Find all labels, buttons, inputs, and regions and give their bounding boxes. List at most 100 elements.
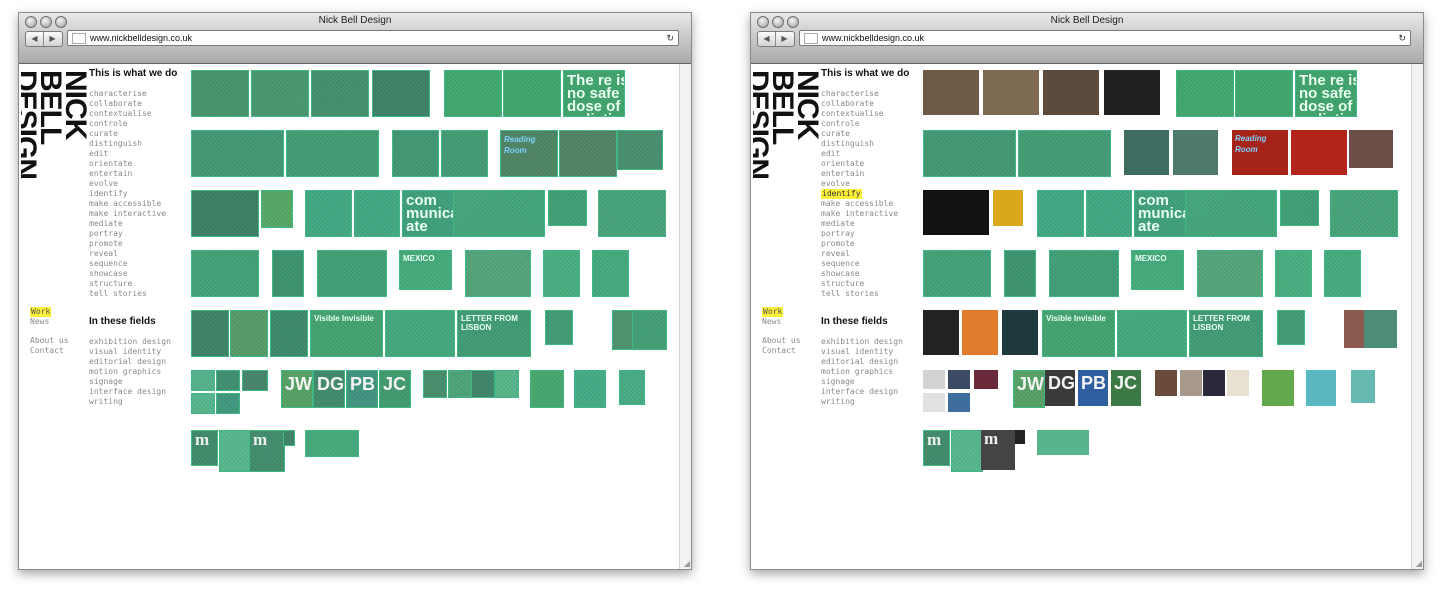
- verb-link[interactable]: orientate: [821, 159, 898, 169]
- project-thumbnail[interactable]: [923, 130, 1016, 177]
- resize-grip-icon[interactable]: ◢: [684, 559, 690, 568]
- project-thumbnail[interactable]: [1002, 310, 1038, 355]
- project-thumbnail[interactable]: [465, 250, 531, 297]
- address-bar[interactable]: www.nickbelldesign.co.uk ↻: [799, 30, 1411, 46]
- verb-link[interactable]: reveal: [821, 249, 898, 259]
- nav-item-contact[interactable]: Contact: [762, 346, 801, 356]
- verb-link[interactable]: collaborate: [89, 99, 166, 109]
- field-link[interactable]: motion graphics: [821, 367, 903, 377]
- project-thumbnail[interactable]: [948, 393, 970, 412]
- project-thumbnail[interactable]: m: [249, 430, 285, 472]
- project-thumbnail[interactable]: [191, 393, 215, 414]
- project-thumbnail[interactable]: [1306, 370, 1336, 406]
- verb-link[interactable]: curate: [89, 129, 166, 139]
- project-thumbnail[interactable]: [948, 370, 970, 389]
- project-thumbnail[interactable]: [993, 190, 1023, 226]
- nav-item-work[interactable]: Work: [762, 307, 784, 317]
- project-thumbnail[interactable]: [1197, 250, 1263, 297]
- nav-item-work[interactable]: Work: [30, 307, 52, 317]
- project-thumbnail[interactable]: [305, 430, 359, 457]
- project-thumbnail[interactable]: [495, 370, 519, 398]
- project-thumbnail[interactable]: [545, 310, 573, 345]
- project-thumbnail[interactable]: DG: [313, 370, 345, 408]
- project-thumbnail[interactable]: [1330, 190, 1398, 237]
- forward-button[interactable]: ▶: [776, 32, 793, 46]
- project-thumbnail[interactable]: [543, 250, 580, 297]
- field-link[interactable]: motion graphics: [89, 367, 171, 377]
- project-thumbnail[interactable]: [1176, 70, 1234, 117]
- project-thumbnail[interactable]: [974, 370, 998, 389]
- back-button[interactable]: ◀: [26, 32, 44, 46]
- verb-link[interactable]: reveal: [89, 249, 166, 259]
- verb-link[interactable]: make accessible: [821, 199, 898, 209]
- project-thumbnail[interactable]: Visible Invisible: [310, 310, 383, 357]
- project-thumbnail[interactable]: [1349, 130, 1393, 168]
- project-thumbnail[interactable]: [372, 70, 430, 117]
- verb-link[interactable]: distinguish: [89, 139, 166, 149]
- field-link[interactable]: visual identity: [821, 347, 903, 357]
- project-thumbnail[interactable]: JW: [281, 370, 313, 408]
- project-thumbnail[interactable]: [1037, 430, 1089, 455]
- project-thumbnail[interactable]: PB: [1078, 370, 1108, 406]
- project-thumbnail[interactable]: [923, 310, 959, 355]
- project-thumbnail[interactable]: [191, 250, 259, 297]
- nav-item-about-us[interactable]: About us: [30, 336, 69, 346]
- project-thumbnail[interactable]: [251, 70, 309, 117]
- verb-link[interactable]: controle: [821, 119, 898, 129]
- verb-link[interactable]: promote: [821, 239, 898, 249]
- field-link[interactable]: writing: [821, 397, 903, 407]
- project-thumbnail[interactable]: [216, 393, 240, 414]
- verb-link[interactable]: edit: [821, 149, 898, 159]
- project-thumbnail[interactable]: Reading Room: [1232, 130, 1288, 175]
- verb-link[interactable]: tell stories: [89, 289, 166, 299]
- forward-button[interactable]: ▶: [44, 32, 61, 46]
- verb-link[interactable]: mediate: [821, 219, 898, 229]
- project-thumbnail[interactable]: [1364, 310, 1397, 348]
- resize-grip-icon[interactable]: ◢: [1416, 559, 1422, 568]
- nav-item-news[interactable]: News: [762, 317, 783, 327]
- project-thumbnail[interactable]: [530, 370, 564, 408]
- project-thumbnail[interactable]: [423, 370, 447, 398]
- project-thumbnail[interactable]: [441, 130, 488, 177]
- verb-link[interactable]: make interactive: [89, 209, 166, 219]
- verb-link[interactable]: identify: [821, 189, 898, 199]
- project-thumbnail[interactable]: [448, 370, 472, 398]
- project-thumbnail[interactable]: [617, 130, 663, 170]
- verb-link[interactable]: collaborate: [821, 99, 898, 109]
- project-thumbnail[interactable]: com munica ate: [1134, 190, 1187, 237]
- verb-link[interactable]: edit: [89, 149, 166, 159]
- field-link[interactable]: exhibition design: [89, 337, 171, 347]
- verb-link[interactable]: contextualise: [89, 109, 166, 119]
- project-thumbnail[interactable]: [1235, 70, 1293, 117]
- verb-link[interactable]: identify: [89, 189, 166, 199]
- project-thumbnail[interactable]: [305, 190, 352, 237]
- project-thumbnail[interactable]: [1124, 130, 1169, 175]
- project-thumbnail[interactable]: [191, 190, 259, 237]
- verb-link[interactable]: showcase: [89, 269, 166, 279]
- project-thumbnail[interactable]: [191, 370, 215, 391]
- project-thumbnail[interactable]: [923, 370, 945, 389]
- project-thumbnail[interactable]: [1277, 310, 1305, 345]
- project-thumbnail[interactable]: [632, 310, 667, 350]
- project-thumbnail[interactable]: [951, 430, 983, 472]
- project-thumbnail[interactable]: [1180, 370, 1202, 396]
- project-thumbnail[interactable]: [923, 393, 945, 412]
- site-logo[interactable]: NICK BELL DESIGN: [753, 70, 823, 210]
- project-thumbnail[interactable]: [1280, 190, 1319, 226]
- field-link[interactable]: signage: [821, 377, 903, 387]
- project-thumbnail[interactable]: [242, 370, 268, 391]
- project-thumbnail[interactable]: [548, 190, 587, 226]
- verb-link[interactable]: entertain: [821, 169, 898, 179]
- project-thumbnail[interactable]: com munica ate: [402, 190, 455, 237]
- project-thumbnail[interactable]: [1275, 250, 1312, 297]
- project-thumbnail[interactable]: [471, 370, 495, 398]
- field-link[interactable]: writing: [89, 397, 171, 407]
- verb-link[interactable]: distinguish: [821, 139, 898, 149]
- verb-link[interactable]: entertain: [89, 169, 166, 179]
- field-link[interactable]: visual identity: [89, 347, 171, 357]
- vertical-scrollbar[interactable]: [1411, 64, 1423, 569]
- project-thumbnail[interactable]: The re is no safe dose of radiation: [563, 70, 625, 117]
- project-thumbnail[interactable]: JC: [1111, 370, 1141, 406]
- project-thumbnail[interactable]: JC: [379, 370, 411, 408]
- project-thumbnail[interactable]: [1203, 370, 1225, 396]
